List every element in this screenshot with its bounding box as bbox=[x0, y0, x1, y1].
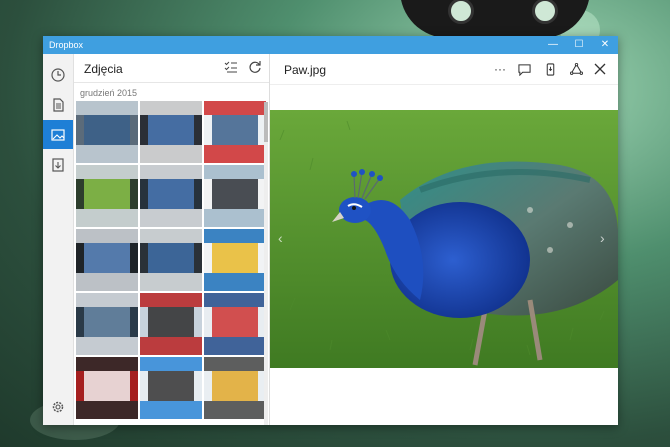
close-icon bbox=[594, 63, 606, 75]
photo-thumbnail[interactable] bbox=[204, 229, 266, 291]
photo-thumbnail[interactable] bbox=[140, 293, 202, 355]
download-icon bbox=[52, 157, 64, 172]
refresh-button[interactable] bbox=[248, 60, 264, 76]
share-icon bbox=[569, 62, 583, 75]
gear-icon bbox=[52, 401, 64, 412]
clock-icon bbox=[51, 67, 65, 82]
photo-thumbnail[interactable] bbox=[76, 101, 138, 163]
cat-eye bbox=[532, 0, 558, 24]
photo-thumbnail[interactable] bbox=[140, 229, 202, 291]
phone-icon bbox=[546, 62, 554, 76]
next-arrow-icon[interactable]: › bbox=[600, 230, 605, 246]
scrollbar-thumb[interactable] bbox=[264, 102, 268, 142]
comment-icon bbox=[517, 63, 531, 76]
file-name: Paw.jpg bbox=[284, 63, 327, 77]
background-cat bbox=[400, 0, 590, 38]
photo-thumbnail[interactable] bbox=[204, 357, 266, 419]
photo-thumbnail[interactable] bbox=[204, 165, 266, 227]
refresh-icon bbox=[249, 61, 261, 73]
title-bar[interactable]: Dropbox — ☐ ✕ bbox=[43, 36, 618, 54]
month-header: grudzień 2015 bbox=[80, 88, 138, 98]
photo-icon bbox=[51, 128, 65, 141]
select-button[interactable] bbox=[224, 60, 240, 76]
nav-rail bbox=[43, 54, 74, 425]
photo-thumbnail[interactable] bbox=[204, 293, 266, 355]
photo-thumbnail[interactable] bbox=[204, 101, 266, 163]
photo-thumbnail[interactable] bbox=[76, 357, 138, 419]
peacock-photo: ‹ › bbox=[270, 110, 618, 368]
photo-thumbnail[interactable] bbox=[140, 101, 202, 163]
photo-thumbnail[interactable] bbox=[76, 229, 138, 291]
photos-pane: Zdjęcia grudzień 2015 bbox=[74, 54, 270, 425]
close-viewer-button[interactable] bbox=[592, 61, 608, 77]
scrollbar[interactable] bbox=[264, 102, 268, 425]
peacock-image bbox=[270, 110, 618, 368]
viewer-header: Paw.jpg ··· bbox=[270, 54, 618, 85]
photos-header: Zdjęcia bbox=[74, 54, 269, 83]
photo-thumbnail[interactable] bbox=[140, 357, 202, 419]
comment-button[interactable] bbox=[516, 61, 532, 77]
previous-arrow-icon[interactable]: ‹ bbox=[278, 230, 283, 246]
maximize-button[interactable]: ☐ bbox=[566, 36, 592, 54]
app-window: Dropbox — ☐ ✕ Zdjęcia grudzień 2015 Paw.… bbox=[43, 36, 618, 425]
photos-title: Zdjęcia bbox=[84, 62, 123, 76]
cat-eye bbox=[448, 0, 474, 24]
photo-thumbnail[interactable] bbox=[76, 165, 138, 227]
nav-settings[interactable] bbox=[43, 392, 73, 421]
nav-files[interactable] bbox=[43, 90, 73, 119]
checklist-icon bbox=[224, 61, 237, 73]
open-device-button[interactable] bbox=[542, 61, 558, 77]
share-button[interactable] bbox=[568, 61, 584, 77]
photo-thumbnail[interactable] bbox=[140, 165, 202, 227]
nav-offline[interactable] bbox=[43, 150, 73, 179]
close-window-button[interactable]: ✕ bbox=[592, 36, 618, 54]
minimize-button[interactable]: — bbox=[540, 36, 566, 54]
nav-photos[interactable] bbox=[43, 120, 73, 149]
nav-recent[interactable] bbox=[43, 60, 73, 89]
more-button[interactable]: ··· bbox=[492, 61, 508, 77]
photo-thumbnail[interactable] bbox=[76, 293, 138, 355]
photo-viewer: Paw.jpg ··· ‹ › bbox=[270, 54, 618, 425]
file-icon bbox=[53, 97, 64, 112]
window-title: Dropbox bbox=[49, 40, 84, 50]
